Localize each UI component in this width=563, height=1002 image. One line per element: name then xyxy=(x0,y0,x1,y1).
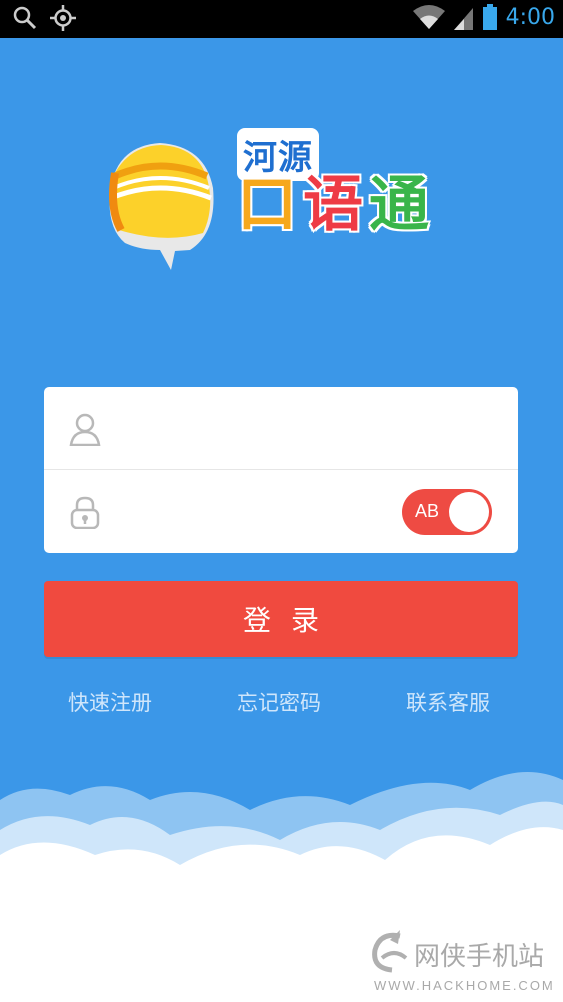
speech-bubble-mascot-icon xyxy=(109,143,214,270)
logo-title: 口 语 通 xyxy=(236,168,431,242)
register-link[interactable]: 快速注册 xyxy=(68,687,152,717)
logo-char-1: 口 xyxy=(236,169,299,242)
wifi-icon xyxy=(412,5,445,29)
login-button[interactable]: 登录 xyxy=(44,581,518,657)
status-time: 4:00 xyxy=(505,4,555,30)
watermark-cn: 网侠手机站 xyxy=(414,942,545,972)
watermark-logo-icon xyxy=(372,930,408,973)
forgot-password-link[interactable]: 忘记密码 xyxy=(237,687,321,717)
signal-icon xyxy=(453,8,473,30)
watermark-en: WWW.HACKHOME.COM xyxy=(374,978,555,993)
logo-char-3: 通 xyxy=(368,169,431,242)
auxiliary-links: 快速注册 忘记密码 联系客服 xyxy=(0,687,563,717)
status-bar: 4:00 xyxy=(0,0,563,38)
watermark: 网侠手机站 WWW.HACKHOME.COM xyxy=(370,930,553,993)
password-field[interactable]: AB xyxy=(44,470,518,552)
battery-icon xyxy=(482,4,497,30)
app-logo: 河源 口 语 通 xyxy=(105,128,485,278)
show-password-toggle[interactable]: AB xyxy=(402,489,492,535)
toggle-label: AB xyxy=(415,501,440,521)
location-icon xyxy=(50,5,76,31)
username-field[interactable] xyxy=(44,387,518,470)
login-form: AB xyxy=(44,387,518,553)
contact-support-link[interactable]: 联系客服 xyxy=(406,687,490,717)
logo-char-2: 语 xyxy=(302,169,365,242)
toggle-knob xyxy=(449,492,489,532)
lock-icon xyxy=(70,496,100,529)
search-icon xyxy=(13,6,37,30)
user-icon xyxy=(69,413,101,446)
